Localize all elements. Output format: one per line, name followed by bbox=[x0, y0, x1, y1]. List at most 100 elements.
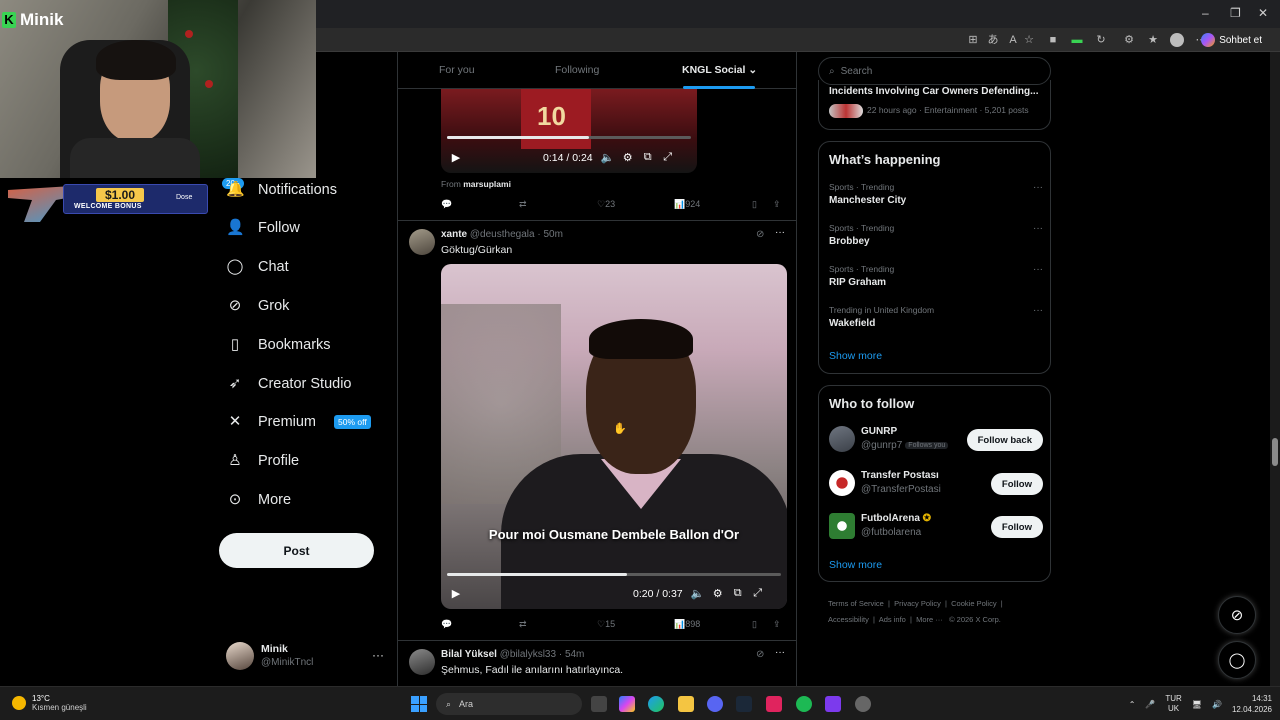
fullscreen-icon[interactable]: ⤢ bbox=[751, 587, 765, 600]
trend-item[interactable]: Trending in United Kingdom Wakefield ··· bbox=[829, 305, 1043, 329]
footer-link[interactable]: Ads info bbox=[879, 615, 906, 624]
tab-following[interactable]: Following bbox=[555, 64, 599, 76]
show-more-link[interactable]: Show more bbox=[829, 559, 882, 571]
like-button[interactable]: ♡ 23 bbox=[597, 199, 615, 210]
follow-suggestion[interactable]: FutbolArena ✪ @futbolarena Follow bbox=[829, 511, 1043, 543]
edge-browser-icon[interactable] bbox=[648, 696, 664, 712]
extensions-icon[interactable]: ⚙ bbox=[1122, 33, 1136, 47]
network-icon[interactable]: 🖥 bbox=[1192, 700, 1202, 709]
news-card[interactable]: Incidents Involving Car Owners Defending… bbox=[818, 80, 1051, 130]
file-explorer-icon[interactable] bbox=[678, 696, 694, 712]
extension-icon[interactable]: ■ bbox=[1046, 33, 1060, 47]
fullscreen-icon[interactable]: ⤢ bbox=[661, 151, 675, 164]
translate-icon[interactable]: あ bbox=[986, 33, 1000, 47]
more-dots-icon[interactable]: ··· bbox=[372, 648, 384, 662]
follow-suggestion[interactable]: GUNRP @gunrp7 Follows you Follow back bbox=[829, 424, 1043, 456]
footer-link[interactable]: Terms of Service bbox=[828, 599, 884, 608]
reply-icon[interactable]: 💬 bbox=[441, 619, 452, 630]
favorite-star-icon[interactable]: ☆ bbox=[1022, 33, 1036, 47]
nav-bookmarks[interactable]: ▯ Bookmarks bbox=[226, 333, 331, 357]
volume-icon[interactable]: 🔈 bbox=[601, 151, 615, 164]
close-window-button[interactable]: ✕ bbox=[1258, 6, 1268, 20]
video-progress-bar[interactable] bbox=[447, 136, 691, 139]
footer-link[interactable]: Accessibility bbox=[828, 615, 869, 624]
settings-gear-icon[interactable]: ⚙ bbox=[621, 151, 635, 164]
nav-creator-studio[interactable]: ➶ Creator Studio bbox=[226, 372, 352, 396]
show-more-link[interactable]: Show more bbox=[829, 350, 882, 362]
pip-icon[interactable]: ⧉ bbox=[641, 151, 655, 164]
copilot-app-icon[interactable] bbox=[619, 696, 635, 712]
more-dots-icon[interactable]: ··· bbox=[1033, 182, 1043, 193]
more-dots-icon[interactable]: ··· bbox=[775, 647, 785, 658]
refresh-extension-icon[interactable]: ↻ bbox=[1094, 33, 1108, 47]
tweet-time[interactable]: 54m bbox=[565, 649, 584, 660]
nav-grok[interactable]: ⊘ Grok bbox=[226, 294, 290, 318]
maximize-button[interactable]: ❐ bbox=[1230, 6, 1241, 20]
clock[interactable]: 14:31 12.04.2026 bbox=[1232, 693, 1272, 715]
extension-green-icon[interactable]: ▬ bbox=[1070, 33, 1084, 47]
language-indicator[interactable]: TUR UK bbox=[1165, 694, 1181, 714]
tab-kngl-social[interactable]: KNGL Social ⌄ bbox=[682, 64, 757, 76]
follow-suggestion[interactable]: Transfer Postası @TransferPostasi Follow bbox=[829, 468, 1043, 500]
obs-app-icon[interactable] bbox=[825, 696, 841, 712]
retweet-icon[interactable]: ⇄ bbox=[519, 199, 527, 210]
grok-float-button[interactable]: ⊘ bbox=[1218, 596, 1256, 634]
trend-item[interactable]: Sports · Trending Brobbey ··· bbox=[829, 223, 1043, 247]
favorites-icon[interactable]: ★ bbox=[1146, 33, 1160, 47]
play-icon[interactable]: ▶ bbox=[449, 587, 463, 600]
grok-icon[interactable]: ⊘ bbox=[756, 229, 764, 240]
more-dots-icon[interactable]: ··· bbox=[1033, 223, 1043, 234]
trend-item[interactable]: Sports · Trending RIP Graham ··· bbox=[829, 264, 1043, 288]
follow-back-button[interactable]: Follow back bbox=[966, 429, 1043, 451]
nav-follow[interactable]: 👤 Follow bbox=[226, 216, 300, 240]
from-user[interactable]: marsuplami bbox=[463, 179, 511, 189]
grid-icon[interactable]: ⊞ bbox=[966, 33, 980, 47]
follow-button[interactable]: Follow bbox=[990, 516, 1043, 538]
more-dots-icon[interactable]: ··· bbox=[1033, 305, 1043, 316]
settings-gear-icon[interactable]: ⚙ bbox=[711, 587, 725, 600]
pip-icon[interactable]: ⧉ bbox=[731, 587, 745, 600]
grok-icon[interactable]: ⊘ bbox=[756, 649, 764, 660]
views-stat[interactable]: 📊 898 bbox=[674, 619, 700, 630]
author-name[interactable]: xante bbox=[441, 229, 467, 240]
avatar[interactable] bbox=[409, 229, 435, 255]
nav-premium[interactable]: ✕ Premium 50% off bbox=[226, 410, 371, 434]
footer-link[interactable]: Cookie Policy bbox=[951, 599, 996, 608]
footer-link[interactable]: Privacy Policy bbox=[894, 599, 941, 608]
copilot-chat-button[interactable]: Sohbet et bbox=[1195, 31, 1268, 49]
read-aloud-icon[interactable]: A bbox=[1006, 33, 1020, 47]
page-scrollbar[interactable] bbox=[1270, 52, 1280, 686]
footer-link[interactable]: More ··· bbox=[916, 615, 943, 624]
author-name[interactable]: Bilal Yüksel bbox=[441, 649, 497, 660]
post-button[interactable]: Post bbox=[219, 533, 374, 568]
page-scrollbar-thumb[interactable] bbox=[1272, 438, 1278, 466]
weather-widget[interactable]: 13°C Kısmen güneşli bbox=[12, 694, 87, 712]
video-player[interactable]: 10 ▶ 0:14 / 0:24 🔈 ⚙ ⧉ ⤢ bbox=[441, 89, 697, 173]
taskbar-search[interactable]: ⌕ Ara bbox=[436, 693, 582, 715]
avatar[interactable] bbox=[409, 649, 435, 675]
chevron-up-icon[interactable]: ⌃ bbox=[1129, 700, 1136, 709]
author-handle[interactable]: @bilalyksl33 bbox=[500, 649, 556, 660]
windows-start-icon[interactable] bbox=[411, 696, 427, 712]
nav-notifications[interactable]: 🔔 Notifications bbox=[226, 178, 337, 202]
volume-icon[interactable]: 🔊 bbox=[1212, 700, 1222, 709]
video-player[interactable]: ✋ Pour moi Ousmane Dembele Ballon d'Or ▶… bbox=[441, 264, 787, 609]
steam-icon[interactable] bbox=[736, 696, 752, 712]
nav-profile[interactable]: ♙ Profile bbox=[226, 449, 299, 473]
minimize-button[interactable]: – bbox=[1202, 6, 1209, 20]
tweet-time[interactable]: 50m bbox=[543, 229, 562, 240]
messages-float-button[interactable]: ◯ bbox=[1218, 641, 1256, 679]
tab-for-you[interactable]: For you bbox=[439, 64, 475, 76]
task-view-icon[interactable] bbox=[591, 696, 607, 712]
nav-chat[interactable]: ◯ Chat bbox=[226, 255, 289, 279]
discord-icon[interactable] bbox=[707, 696, 723, 712]
microphone-icon[interactable]: 🎤 bbox=[1145, 700, 1155, 709]
author-handle[interactable]: @deusthegala bbox=[470, 229, 535, 240]
volume-icon[interactable]: 🔈 bbox=[691, 587, 705, 600]
follow-button[interactable]: Follow bbox=[990, 473, 1043, 495]
share-icon[interactable]: ⇪ bbox=[773, 199, 781, 210]
spotify-icon[interactable] bbox=[796, 696, 812, 712]
play-icon[interactable]: ▶ bbox=[449, 151, 463, 164]
more-dots-icon[interactable]: ··· bbox=[1033, 264, 1043, 275]
profile-icon[interactable] bbox=[1170, 33, 1184, 47]
